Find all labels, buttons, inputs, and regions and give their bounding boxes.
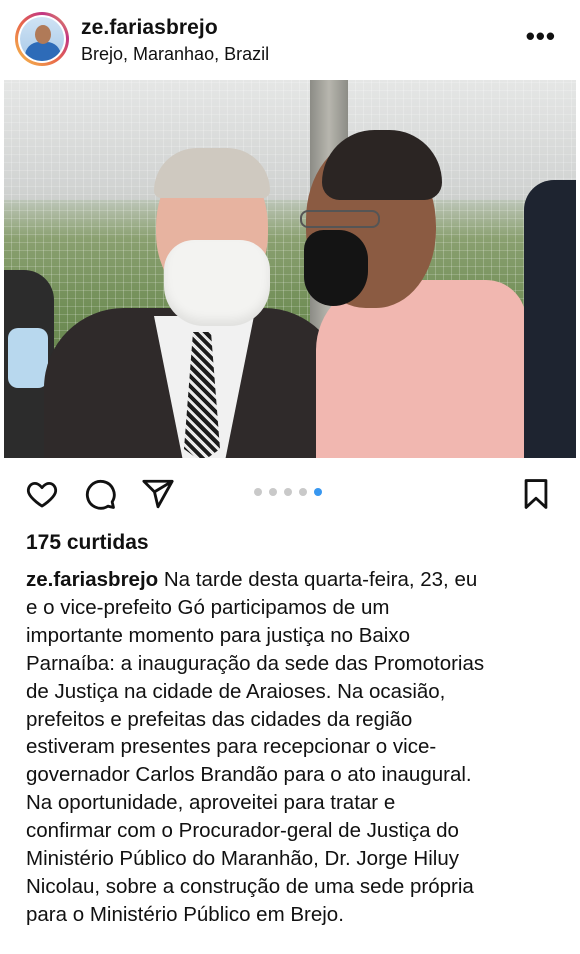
caption-line: prefeitos e prefeitas das cidades da reg… [26,707,413,731]
caption-line: importante momento para justiça no Baixo [26,623,411,647]
caption-line: ze.fariasbrejo Na tarde desta quarta-fei… [26,566,566,594]
bookmark-icon[interactable] [518,476,554,512]
caption-text: Na tarde desta quarta-feira, 23, eu [158,568,478,591]
caption-line: governador Carlos Brandão para o ato ina… [26,763,472,787]
send-icon[interactable] [140,476,176,512]
carousel-dot [284,488,292,496]
carousel-dot [254,488,262,496]
likes-count[interactable]: 175 curtidas [26,531,149,555]
heart-icon[interactable] [24,476,60,512]
caption-line: para o Ministério Público em Brejo. [26,902,344,926]
caption-line: Ministério Público do Maranhão, Dr. Jorg… [26,847,459,871]
post-caption: ze.fariasbrejo Na tarde desta quarta-fei… [26,566,566,929]
caption-line: Nicolau, sobre a construção de uma sede … [26,874,474,898]
carousel-dot [269,488,277,496]
post-header: ze.fariasbrejo Brejo, Maranhao, Brazil •… [0,0,580,78]
more-options-icon[interactable]: ••• [526,23,556,49]
carousel-indicator [254,488,322,496]
caption-line: confirmar com o Procurador-geral de Just… [26,819,459,843]
avatar-image [20,17,64,61]
post-location[interactable]: Brejo, Maranhao, Brazil [81,44,269,65]
caption-line: e o vice-prefeito Gó participamos de um [26,595,390,619]
post-username[interactable]: ze.fariasbrejo [81,16,218,40]
caption-line: Na oportunidade, aproveitei para tratar … [26,791,396,815]
post-action-bar [0,470,580,516]
profile-avatar[interactable] [15,12,69,66]
comment-icon[interactable] [82,476,118,512]
caption-username[interactable]: ze.fariasbrejo [26,568,158,591]
carousel-dot [299,488,307,496]
caption-line: de Justiça na cidade de Araioses. Na oca… [26,679,446,703]
caption-line: Parnaíba: a inauguração da sede das Prom… [26,651,485,675]
caption-line: estiveram presentes para recepcionar o v… [26,735,437,759]
carousel-dot [314,488,322,496]
post-photo[interactable] [4,80,576,458]
